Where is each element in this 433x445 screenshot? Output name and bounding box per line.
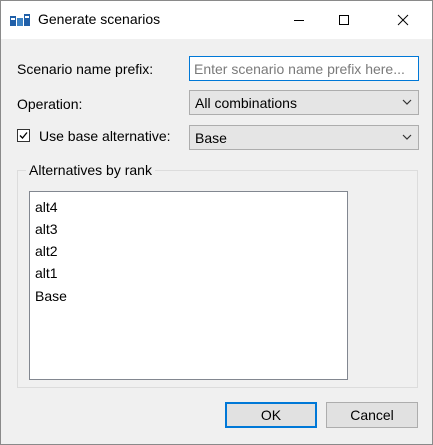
operation-dropdown[interactable]: All combinations <box>189 90 419 115</box>
alternatives-group-label: Alternatives by rank <box>26 162 155 178</box>
generate-scenarios-dialog: Generate scenarios Scenario name prefix:… <box>0 0 433 445</box>
list-item[interactable]: alt1 <box>35 265 58 281</box>
base-dropdown[interactable]: Base <box>189 125 419 150</box>
app-icon <box>10 14 30 26</box>
minimize-icon <box>294 20 304 21</box>
close-button[interactable] <box>380 1 426 39</box>
minimize-button[interactable] <box>276 1 322 39</box>
list-item[interactable]: Base <box>35 288 67 304</box>
use-base-checkbox[interactable] <box>17 129 30 142</box>
close-icon <box>397 14 409 26</box>
maximize-icon <box>339 15 349 25</box>
prefix-input[interactable] <box>189 56 419 81</box>
checkmark-icon <box>19 132 28 139</box>
list-item[interactable]: alt4 <box>35 199 58 215</box>
operation-value: All combinations <box>195 95 297 111</box>
chevron-down-icon <box>402 99 412 105</box>
list-item[interactable]: alt2 <box>35 243 58 259</box>
list-item[interactable]: alt3 <box>35 221 58 237</box>
title-bar[interactable]: Generate scenarios <box>1 1 432 39</box>
alternatives-list[interactable]: alt4 alt3 alt2 alt1 Base <box>29 191 348 380</box>
base-value: Base <box>195 130 227 146</box>
operation-label: Operation: <box>17 96 83 112</box>
ok-button[interactable]: OK <box>225 402 317 428</box>
chevron-down-icon <box>402 134 412 140</box>
cancel-button[interactable]: Cancel <box>326 402 418 428</box>
use-base-label: Use base alternative: <box>39 128 171 144</box>
window-title: Generate scenarios <box>38 11 161 27</box>
prefix-label: Scenario name prefix: <box>17 61 154 77</box>
maximize-button[interactable] <box>321 1 367 39</box>
